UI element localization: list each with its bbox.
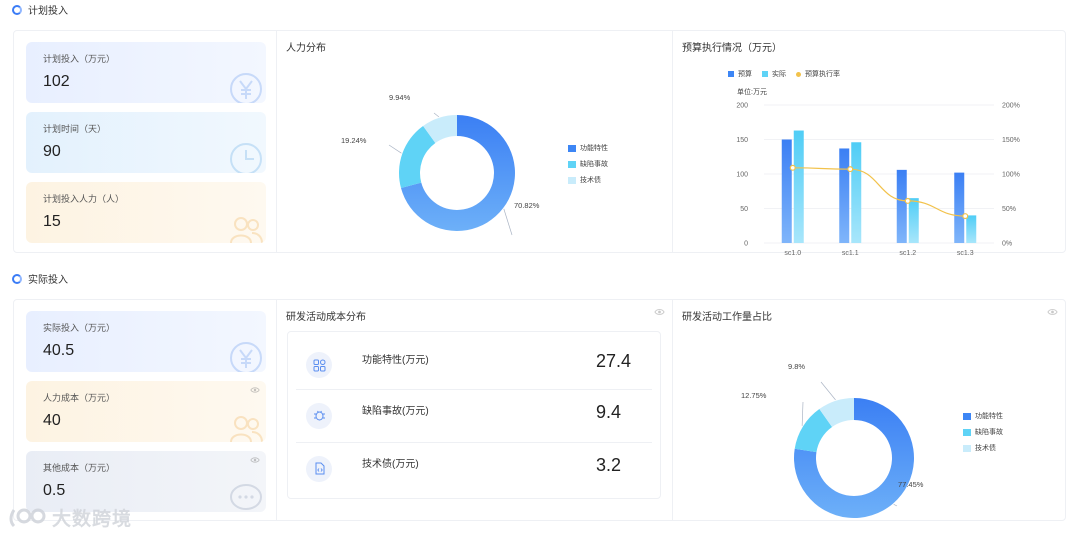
- budget-legend-actual[interactable]: 实际: [762, 69, 786, 79]
- cost-distribution-title: 研发活动成本分布: [286, 312, 366, 323]
- x-tick-label: sc1.1: [842, 250, 859, 257]
- eye-icon[interactable]: [250, 455, 260, 465]
- section-logo-icon: [12, 4, 22, 15]
- planned-panel: 计划投入（万元） 102 计划时间（天） 90 计划投入人力（人） 15 人力分…: [13, 30, 1066, 257]
- actual-section-title: 实际投入: [12, 271, 68, 286]
- donut1-label-tech-debt: 9.94%: [389, 93, 411, 102]
- cost-row-tech-debt: 技术债(万元) 3.2: [296, 442, 652, 494]
- donut2-leader-2: [820, 381, 836, 401]
- donut1-legend-tech-debt[interactable]: 技术债: [568, 175, 601, 185]
- donut2-legend-defects[interactable]: 缺陷事故: [963, 427, 1003, 437]
- planned-investment-card: 计划投入（万元） 102: [26, 42, 266, 103]
- budget-chart-title: 预算执行情况（万元）: [682, 43, 782, 54]
- y-tick-label: 50: [740, 206, 748, 213]
- donut1-leader-2: [433, 112, 440, 118]
- bar-budget: [954, 172, 965, 243]
- watermark: 大数跨境: [8, 504, 132, 531]
- donut2-label-defects: 12.75%: [741, 391, 767, 400]
- bar-budget: [781, 139, 792, 243]
- watermark-logo-icon: [9, 508, 46, 527]
- y2-tick-label: 50%: [1002, 206, 1016, 213]
- y-tick-label: 200: [736, 103, 748, 110]
- clock-icon: [230, 143, 262, 173]
- donut2-legend-features[interactable]: 功能特性: [963, 411, 1003, 421]
- bar-actual: [966, 215, 977, 243]
- eye-icon[interactable]: [1047, 308, 1058, 316]
- manpower-chart-title: 人力分布: [286, 43, 326, 54]
- section-logo-icon: [12, 273, 22, 284]
- actual-panel: 实际投入（万元） 40.5 人力成本（万元） 40 其他成本（万元） 0.5 研…: [13, 299, 1066, 521]
- donut1-legend-features[interactable]: 功能特性: [568, 143, 608, 153]
- cost-row-defects: 缺陷事故(万元) 9.4: [296, 389, 652, 441]
- rate-point: [789, 164, 796, 171]
- donut2-legend-tech-debt[interactable]: 技术债: [963, 443, 996, 453]
- donut2-leader-0: [893, 504, 898, 507]
- cost-row-features: 功能特性(万元) 27.4: [296, 339, 652, 391]
- planned-section-title: 计划投入: [12, 2, 68, 17]
- code-file-icon: [306, 455, 332, 482]
- donut2-leader-1: [801, 401, 804, 426]
- grid-icon: [306, 352, 332, 378]
- yen-icon: [230, 73, 262, 103]
- y2-tick-label: 150%: [1002, 137, 1020, 144]
- people-icon: [230, 416, 263, 442]
- planned-manpower-card: 计划投入人力（人） 15: [26, 182, 266, 243]
- donut2-label-tech-debt: 9.8%: [788, 362, 806, 371]
- labor-cost-card: 人力成本（万元） 40: [26, 381, 266, 442]
- rate-point: [847, 166, 854, 173]
- chat-icon: [230, 484, 262, 510]
- donut1-label-defects: 19.24%: [341, 136, 367, 145]
- bar-actual: [851, 142, 862, 243]
- y2-tick-label: 0%: [1002, 241, 1012, 248]
- budget-bar-chart: 0 0% 50 50% 100 100% 150 150% 200 200% sc1.0 sc1.1 s…: [736, 103, 1020, 258]
- bar-budget: [896, 169, 907, 243]
- donut1-leader-0: [503, 208, 513, 236]
- bug-icon: [306, 402, 332, 429]
- other-cost-card: 其他成本（万元） 0.5: [26, 451, 266, 512]
- yen-icon: [230, 342, 262, 372]
- x-tick-label: sc1.3: [957, 250, 974, 257]
- y-tick-label: 150: [736, 137, 748, 144]
- y2-tick-label: 100%: [1002, 172, 1020, 179]
- cost-distribution-list: 功能特性(万元) 27.4 缺陷事故(万元) 9.4 技术债(万元) 3.2: [287, 331, 661, 499]
- x-tick-label: sc1.2: [899, 250, 916, 257]
- rate-point: [904, 197, 911, 204]
- rate-point: [962, 213, 969, 220]
- y-tick-label: 0: [744, 241, 748, 248]
- planned-time-card: 计划时间（天） 90: [26, 112, 266, 173]
- eye-icon[interactable]: [250, 385, 260, 395]
- bar-actual: [908, 198, 919, 243]
- budget-unit-label: 单位:万元: [737, 89, 767, 96]
- people-icon: [230, 217, 263, 243]
- eye-icon[interactable]: [654, 308, 665, 316]
- workload-donut-chart: [794, 381, 914, 518]
- y-tick-label: 100: [736, 172, 748, 179]
- donut1-leader-1: [388, 144, 402, 154]
- y2-tick-label: 200%: [1002, 103, 1020, 110]
- actual-investment-card: 实际投入（万元） 40.5: [26, 311, 266, 372]
- bar-budget: [839, 148, 850, 243]
- bar-actual: [793, 130, 804, 243]
- x-tick-label: sc1.0: [784, 250, 801, 257]
- donut2-label-features: 77.45%: [898, 480, 924, 489]
- budget-legend-rate[interactable]: 预算执行率: [796, 69, 840, 79]
- donut1-legend-defects[interactable]: 缺陷事故: [568, 159, 608, 169]
- budget-legend-budget[interactable]: 预算: [728, 69, 752, 79]
- donut1-label-features: 70.82%: [514, 201, 540, 210]
- manpower-donut-chart: [388, 112, 515, 236]
